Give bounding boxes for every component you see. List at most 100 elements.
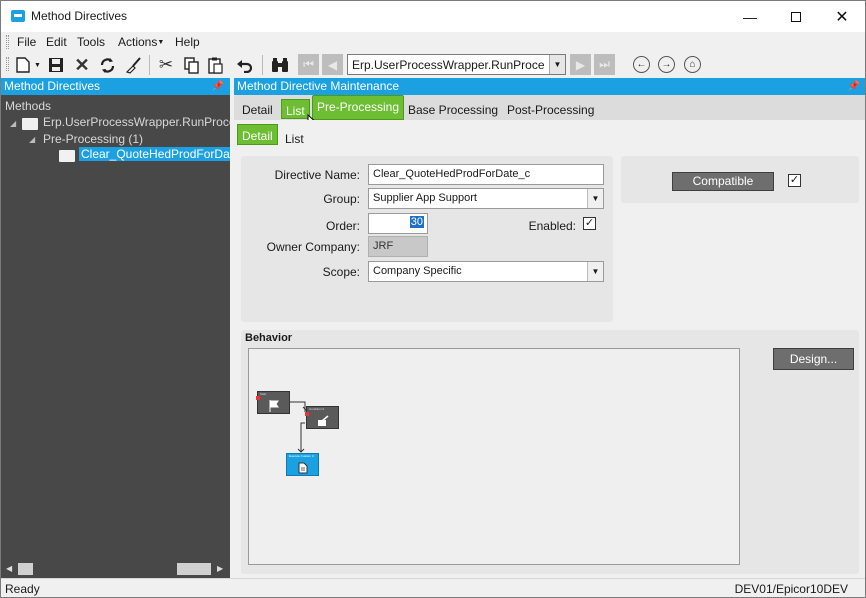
menu-grip <box>6 35 9 49</box>
code-document-icon <box>298 462 308 474</box>
tree-root[interactable]: Methods <box>5 99 51 113</box>
order-field[interactable]: 30 <box>368 213 428 234</box>
maximize-button[interactable] <box>773 1 819 32</box>
new-icon[interactable] <box>14 56 32 74</box>
forward-icon[interactable]: → <box>658 56 675 73</box>
toolbar-separator <box>149 55 150 75</box>
tree-item-group[interactable]: Pre-Processing (1) <box>43 132 143 146</box>
pin-icon[interactable]: 📌 <box>848 78 860 95</box>
maintenance-panel: Method Directive Maintenance 📌 Detail Li… <box>234 78 865 578</box>
directive-form: Directive Name: Clear_QuoteHedProdForDat… <box>241 156 613 322</box>
next-record-button[interactable]: ▶ <box>570 54 591 75</box>
menu-edit[interactable]: Edit <box>46 35 67 49</box>
tree-horizontal-scrollbar[interactable]: ◀ ▶ <box>1 560 230 577</box>
clear-broom-icon[interactable] <box>124 56 142 74</box>
owner-company-label: Owner Company: <box>266 240 360 254</box>
tree-item-directive[interactable]: Clear_QuoteHedProdForDat <box>79 147 230 161</box>
menu-tools[interactable]: Tools <box>77 35 105 49</box>
back-icon[interactable]: ← <box>633 56 650 73</box>
chevron-down-icon[interactable]: ▼ <box>587 262 603 281</box>
tab-detail[interactable]: Detail <box>238 99 277 120</box>
scrollbar-thumb-left[interactable] <box>18 563 33 575</box>
binoculars-icon[interactable] <box>271 56 289 74</box>
app-icon <box>11 10 25 22</box>
toolbar-grip <box>6 57 9 71</box>
workflow-node-execute-custom-code[interactable]: Execute Custom C <box>286 453 319 476</box>
scroll-left-icon[interactable]: ◀ <box>6 564 12 573</box>
condition-icon <box>318 415 329 426</box>
group-select[interactable]: Supplier App Support ▼ <box>368 188 604 209</box>
node-execute-title: Execute Custom C <box>289 454 315 458</box>
tree-panel-header: Method Directives 📌 <box>1 78 230 95</box>
compatible-checkbox[interactable]: ✓ <box>788 174 801 187</box>
compatible-box: Compatible ✓ <box>621 156 859 203</box>
design-button[interactable]: Design... <box>773 348 854 370</box>
order-value: 30 <box>409 216 424 228</box>
enabled-label: Enabled: <box>528 219 576 233</box>
expand-triangle-icon[interactable]: ◢ <box>29 135 35 144</box>
status-environment: DEV01/Epicor10DEV <box>734 582 848 596</box>
maintenance-panel-header: Method Directive Maintenance 📌 <box>234 78 865 95</box>
home-icon[interactable]: ⌂ <box>684 56 701 73</box>
method-combo[interactable]: Erp.UserProcessWrapper.RunProce ▼ <box>347 54 566 75</box>
compatible-button[interactable]: Compatible <box>672 172 774 191</box>
scope-select[interactable]: Company Specific ▼ <box>368 261 604 282</box>
window-title: Method Directives <box>31 9 128 23</box>
menu-file[interactable]: File <box>17 35 36 49</box>
menu-bar: File Edit Tools Actions▼ Help <box>1 32 865 52</box>
pin-icon[interactable]: 📌 <box>212 78 224 95</box>
tab-list[interactable]: List <box>281 99 310 119</box>
flag-icon <box>269 400 279 412</box>
tree-item-method[interactable]: Erp.UserProcessWrapper.RunProce <box>43 115 236 129</box>
group-value: Supplier App Support <box>373 192 477 204</box>
node-start-title: Start <box>260 392 267 396</box>
save-icon[interactable] <box>47 56 65 74</box>
behavior-canvas[interactable]: Start Condition 0 Execute Custom C <box>248 348 740 565</box>
group-label: Group: <box>323 192 360 206</box>
minimize-button[interactable]: — <box>727 1 773 32</box>
cut-icon[interactable]: ✂ <box>157 55 175 74</box>
refresh-icon[interactable] <box>98 56 116 74</box>
chevron-down-icon[interactable]: ▼ <box>549 55 565 74</box>
behavior-box: Behavior Start Condition 0 Execute Custo… <box>241 330 859 574</box>
sub-tabs: Detail List <box>234 120 865 149</box>
close-button[interactable]: ✕ <box>819 1 865 32</box>
subtab-list[interactable]: List <box>281 128 308 149</box>
expand-triangle-icon[interactable]: ◢ <box>10 119 16 128</box>
workflow-node-start[interactable]: Start <box>256 391 290 414</box>
last-record-button[interactable]: ⏭ <box>594 54 615 75</box>
copy-icon[interactable] <box>183 56 201 74</box>
title-bar: Method Directives — ✕ <box>1 1 865 32</box>
scrollbar-thumb[interactable] <box>177 563 211 575</box>
new-dropdown-icon[interactable]: ▼ <box>34 62 41 69</box>
folder-icon <box>59 150 75 162</box>
chevron-down-icon[interactable]: ▼ <box>587 189 603 208</box>
subtab-detail[interactable]: Detail <box>237 124 278 145</box>
previous-record-button[interactable]: ◀ <box>322 54 343 75</box>
directive-name-label: Directive Name: <box>274 168 360 182</box>
workflow-node-condition[interactable]: Condition 0 <box>305 406 339 429</box>
scroll-right-icon[interactable]: ▶ <box>217 564 223 573</box>
delete-icon[interactable]: ✕ <box>73 55 91 75</box>
tree-panel: Method Directives 📌 Methods ◢ Erp.UserPr… <box>1 78 236 578</box>
node-error-marker <box>256 396 260 400</box>
chevron-down-icon: ▼ <box>157 39 165 46</box>
owner-company-field: JRF <box>368 236 428 257</box>
tab-base-processing[interactable]: Base Processing <box>404 99 502 120</box>
behavior-label: Behavior <box>245 332 293 344</box>
scope-label: Scope: <box>322 265 360 279</box>
paste-icon[interactable] <box>207 56 225 74</box>
menu-actions[interactable]: Actions▼ <box>118 35 164 49</box>
tab-pre-processing[interactable]: Pre-Processing <box>312 95 405 120</box>
node-condition-title: Condition 0 <box>309 407 325 411</box>
directive-name-field[interactable]: Clear_QuoteHedProdForDate_c <box>368 164 604 185</box>
enabled-checkbox[interactable]: ✓ <box>583 217 596 230</box>
undo-icon[interactable] <box>235 56 253 74</box>
menu-help[interactable]: Help <box>175 35 200 49</box>
first-record-button[interactable]: ⏮ <box>298 54 319 75</box>
status-text: Ready <box>5 582 40 596</box>
main-tabs: Detail List Pre-Processing Base Processi… <box>234 95 865 133</box>
scope-value: Company Specific <box>373 265 462 277</box>
status-bar: Ready DEV01/Epicor10DEV <box>1 578 865 597</box>
tab-post-processing[interactable]: Post-Processing <box>503 99 598 120</box>
